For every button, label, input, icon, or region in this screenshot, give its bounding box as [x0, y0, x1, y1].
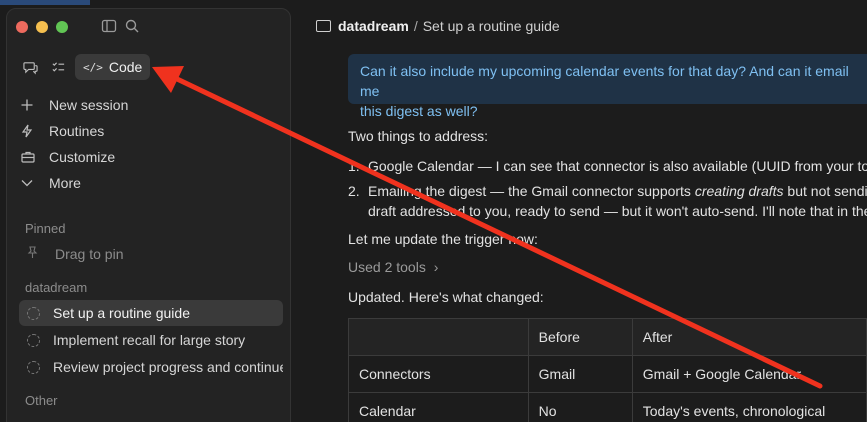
code-mode-label: Code: [108, 59, 143, 75]
table-cell: Today's events, chronological: [631, 392, 867, 422]
project-heading: datadream: [25, 280, 88, 295]
drag-to-pin-row: Drag to pin: [19, 241, 283, 267]
close-window-button[interactable]: [16, 21, 28, 33]
list-text: but not sendin: [783, 183, 867, 199]
pinned-heading: Pinned: [25, 221, 66, 236]
main-panel: datadream / Set up a routine guide Can i…: [292, 0, 867, 422]
updated-line: Updated. Here's what changed:: [348, 289, 544, 305]
briefcase-icon: [21, 151, 41, 163]
plus-icon: [21, 99, 41, 111]
table-cell: Gmail: [527, 355, 633, 393]
routines-label: Routines: [49, 123, 105, 139]
breadcrumb-project[interactable]: datadream: [338, 18, 409, 34]
other-heading: Other: [25, 393, 58, 408]
window-edge-strip: [0, 0, 90, 5]
tasks-icon: [51, 61, 64, 72]
chevron-down-icon: [21, 179, 41, 187]
breadcrumb-page: Set up a routine guide: [422, 18, 560, 34]
list-emphasis: creating drafts: [694, 183, 784, 199]
search-icon[interactable]: [124, 18, 140, 34]
more-label: More: [49, 175, 81, 191]
session-label: Implement recall for large story: [53, 332, 246, 348]
list-number: 1.: [348, 158, 360, 174]
session-label: Review project progress and continue: [53, 359, 283, 375]
tools-used-label: Used 2 tools: [348, 259, 426, 275]
assistant-intro: Two things to address:: [348, 128, 489, 144]
changes-table: Before After Connectors Gmail Gmail + Go…: [348, 318, 867, 422]
session-status-icon: [27, 306, 40, 320]
pin-icon: [27, 246, 41, 262]
session-item-implement-recall[interactable]: Implement recall for large story: [19, 327, 283, 353]
table-cell: Gmail + Google Calendar: [631, 355, 867, 393]
breadcrumb: datadream / Set up a routine guide: [316, 18, 560, 34]
tasks-mode-button[interactable]: [47, 56, 69, 78]
more-item[interactable]: More: [21, 170, 283, 196]
table-header: [348, 318, 529, 356]
table-header: Before: [527, 318, 633, 356]
table-header-row: Before After: [348, 318, 867, 356]
list-item: 1. Google Calendar — I can see that conn…: [348, 156, 867, 176]
list-text: Google Calendar — I can see that connect…: [368, 158, 867, 174]
session-item-routine-guide[interactable]: Set up a routine guide: [19, 300, 283, 326]
window-controls: [16, 21, 68, 33]
routines-item[interactable]: Routines: [21, 118, 283, 144]
customize-item[interactable]: Customize: [21, 144, 283, 170]
list-number: 2.: [348, 183, 360, 199]
session-label: Set up a routine guide: [53, 305, 190, 321]
session-status-icon: [27, 360, 40, 374]
table-row: Calendar No Today's events, chronologica…: [348, 392, 867, 422]
list-item-continuation: draft addressed to you, ready to send — …: [348, 201, 867, 221]
table-header: After: [631, 318, 867, 356]
sidebar-toggle-icon[interactable]: [101, 18, 117, 34]
folder-icon: [316, 20, 331, 32]
tools-used-toggle[interactable]: Used 2 tools ›: [348, 259, 438, 275]
chevron-right-icon: ›: [433, 259, 439, 275]
table-cell: No: [527, 392, 633, 422]
sidebar-nav: New session Routines Customize More: [21, 92, 283, 196]
assistant-list: 1. Google Calendar — I can see that conn…: [348, 156, 867, 226]
customize-label: Customize: [49, 149, 116, 165]
code-mode-button[interactable]: </> Code: [75, 54, 151, 80]
new-session-label: New session: [49, 97, 129, 113]
list-text: Emailing the digest — the Gmail connecto…: [368, 183, 695, 199]
bolt-icon: [21, 124, 41, 138]
table-cell: Connectors: [348, 355, 529, 393]
list-text: draft addressed to you, ready to send — …: [368, 203, 867, 219]
chat-icon: [22, 61, 38, 74]
zoom-window-button[interactable]: [56, 21, 68, 33]
breadcrumb-separator: /: [413, 18, 418, 34]
user-message-line-1: Can it also include my upcoming calendar…: [360, 63, 849, 99]
mode-switcher: </> Code: [19, 54, 151, 80]
minimize-window-button[interactable]: [36, 21, 48, 33]
sidebar: </> Code New session Routines Customize: [6, 8, 291, 422]
user-message-line-2: this digest as well?: [360, 103, 478, 119]
table-row: Connectors Gmail Gmail + Google Calendar: [348, 355, 867, 393]
update-line: Let me update the trigger now:: [348, 231, 538, 247]
list-item: 2. Emailing the digest — the Gmail conne…: [348, 181, 867, 201]
table-cell: Calendar: [348, 392, 529, 422]
code-icon: </>: [83, 60, 103, 74]
drag-to-pin-label: Drag to pin: [55, 246, 124, 262]
chat-mode-button[interactable]: [19, 56, 41, 78]
session-status-icon: [27, 333, 40, 347]
session-item-review-progress[interactable]: Review project progress and continue: [19, 354, 283, 380]
user-message: Can it also include my upcoming calendar…: [348, 54, 867, 119]
new-session-item[interactable]: New session: [21, 92, 283, 118]
